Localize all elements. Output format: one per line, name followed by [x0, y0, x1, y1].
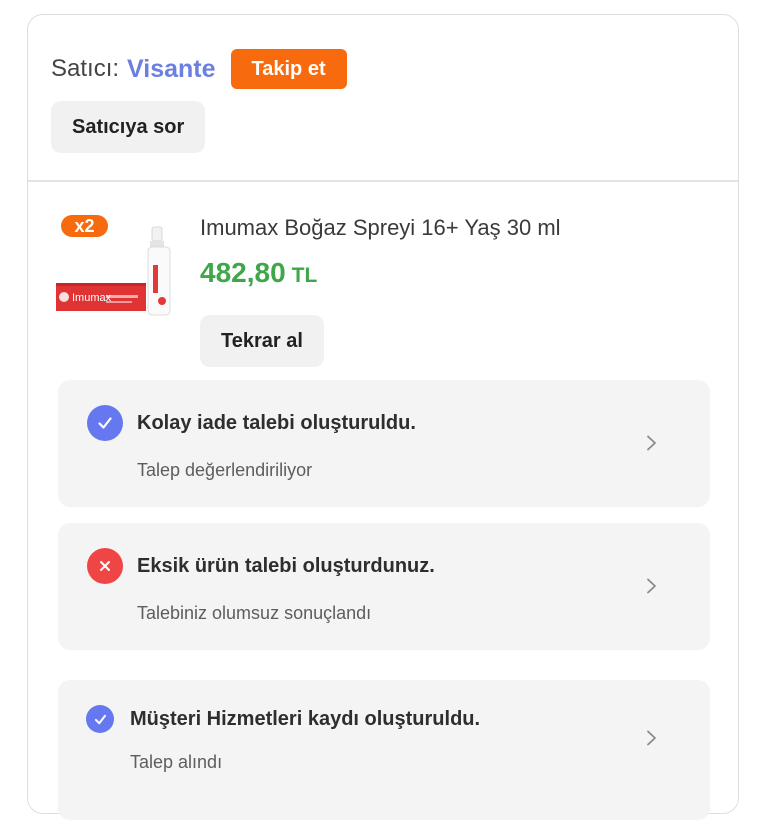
status-card-customer-service[interactable]: Müşteri Hizmetleri kaydı oluşturuldu. Ta… — [58, 680, 710, 820]
status-title: Eksik ürün talebi oluşturdunuz. — [137, 555, 435, 577]
chevron-right-icon — [647, 730, 656, 746]
status-subtitle: Talebiniz olumsuz sonuçlandı — [137, 603, 372, 623]
ask-seller-button[interactable]: Satıcıya sor — [51, 101, 206, 153]
seller-label: Satıcı: — [51, 55, 120, 82]
seller-name-link[interactable]: Visante — [127, 55, 215, 84]
product-price: 482,80 TL — [200, 257, 317, 289]
divider — [28, 180, 738, 182]
seller-row: Satıcı: Visante Takip et — [51, 49, 347, 89]
status-card-return[interactable]: Kolay iade talebi oluşturuldu. Talep değ… — [58, 380, 710, 507]
status-title: Kolay iade talebi oluşturuldu. — [137, 412, 416, 434]
status-title: Müşteri Hizmetleri kaydı oluşturuldu. — [130, 708, 481, 730]
price-currency: TL — [291, 264, 318, 287]
product-title[interactable]: Imumax Boğaz Spreyi 16+ Yaş 30 ml — [200, 215, 561, 241]
status-subtitle: Talep alındı — [130, 752, 223, 772]
close-icon — [87, 548, 123, 584]
chevron-right-icon — [647, 435, 656, 451]
product-image-brand: Imumax — [72, 292, 112, 304]
check-icon — [86, 705, 114, 733]
follow-button[interactable]: Takip et — [230, 49, 347, 89]
rebuy-button[interactable]: Tekrar al — [200, 315, 324, 367]
price-value: 482,80 — [200, 257, 286, 288]
check-icon — [87, 405, 123, 441]
order-card: Satıcı: Visante Takip et Satıcıya sor Im… — [27, 14, 739, 820]
status-card-missing-item[interactable]: Eksik ürün talebi oluşturdunuz. Talebini… — [58, 523, 710, 650]
quantity-badge: x2 — [61, 215, 108, 237]
chevron-right-icon — [647, 578, 656, 594]
status-subtitle: Talep değerlendiriliyor — [137, 460, 313, 480]
